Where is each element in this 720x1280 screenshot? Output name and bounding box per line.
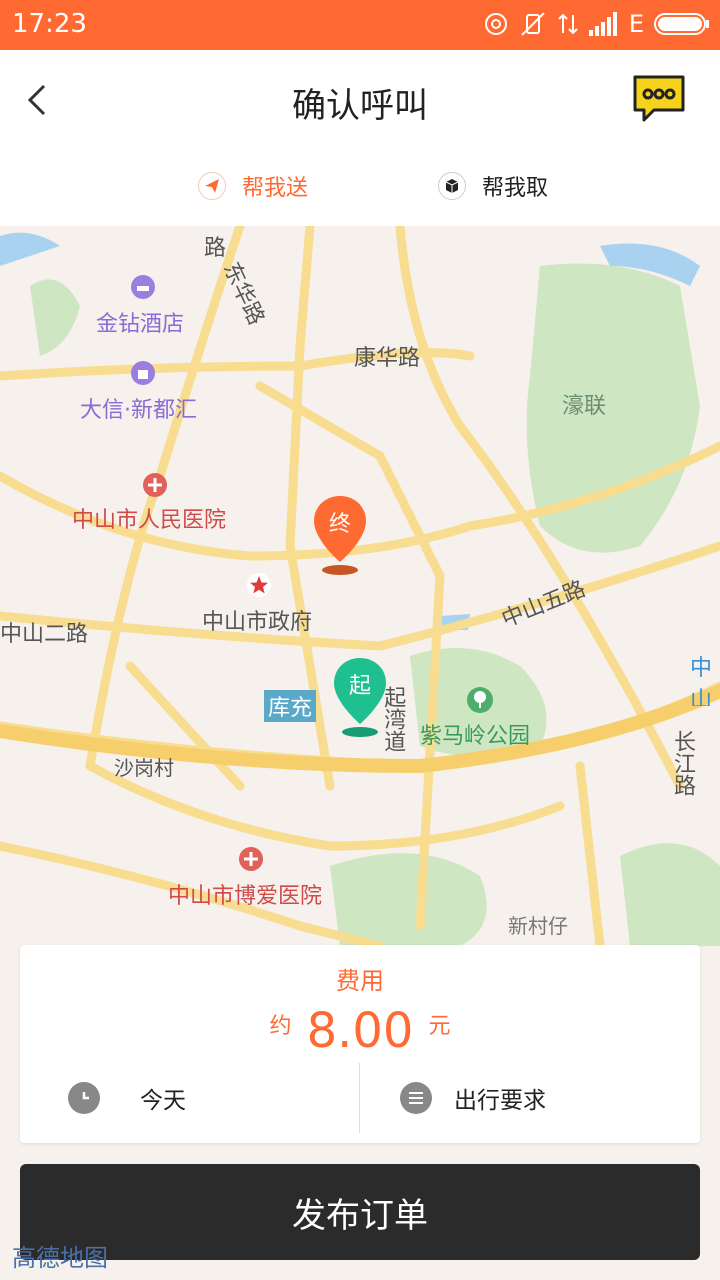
cost-title: 费用 xyxy=(336,967,384,995)
app-header: 确认呼叫 xyxy=(0,50,720,150)
map-label-gov: 中山市政府 xyxy=(202,610,313,635)
map-label-kanghua: 康华路 xyxy=(354,346,421,371)
status-icons: E xyxy=(483,10,710,38)
cost-card: 费用 约 8.00 元 今天 出行要求 xyxy=(20,945,700,1143)
price-approx: 约 xyxy=(269,1014,292,1039)
signal-icon xyxy=(588,12,617,36)
map-label-xincunzai: 新村仔 xyxy=(508,914,568,938)
message-bubble-icon[interactable] xyxy=(632,74,686,124)
tab-send-for-me[interactable]: 帮我送 xyxy=(198,170,308,202)
map-label-hospital2: 中山市博爱医院 xyxy=(168,884,323,909)
tab-pickup-label: 帮我取 xyxy=(482,176,549,201)
hospital-icon xyxy=(239,847,263,871)
paper-plane-icon xyxy=(198,172,226,200)
map-label-kuchong: 库充 xyxy=(264,690,317,722)
delivery-mode-tabs: 帮我送 帮我取 xyxy=(0,150,720,226)
park-icon xyxy=(467,687,493,713)
map-label-daxin: 大信·新都汇 xyxy=(80,398,197,423)
hospital-icon xyxy=(143,473,167,497)
time-selector[interactable]: 今天 xyxy=(68,1081,186,1115)
map-label-zimaling: 紫马岭公园 xyxy=(420,724,531,749)
package-icon xyxy=(438,172,466,200)
page-title: 确认呼叫 xyxy=(292,86,428,126)
requirements-selector[interactable]: 出行要求 xyxy=(400,1081,546,1115)
price-display: 约 8.00 元 xyxy=(20,1003,700,1059)
vibrate-off-icon xyxy=(521,12,545,36)
map-label-lu: 路 xyxy=(204,236,227,261)
hotel-icon xyxy=(131,275,155,299)
hotspot-icon xyxy=(484,13,507,35)
map-label-zhongshan2: 中山二路 xyxy=(0,622,89,647)
requirements-label: 出行要求 xyxy=(454,1088,546,1114)
map-label-tech: 中山技术 xyxy=(690,656,713,706)
battery-icon xyxy=(654,13,709,35)
map-label-haolian: 濠联 xyxy=(562,394,607,419)
map-label-jinzuan: 金钻酒店 xyxy=(96,312,185,337)
map-attribution: 高德地图 xyxy=(12,1244,108,1272)
end-marker-label: 终 xyxy=(328,512,351,537)
status-bar: 17:23 E xyxy=(0,0,720,50)
map-label-hospital1: 中山市人民医院 xyxy=(72,508,227,533)
publish-order-button[interactable]: 发布订单 xyxy=(20,1164,700,1260)
map-label-changjiang: 长江路 xyxy=(670,730,695,796)
network-type: E xyxy=(628,10,644,38)
end-marker[interactable]: 终 xyxy=(312,494,368,576)
price-amount: 8.00 xyxy=(306,1003,414,1059)
government-star-icon xyxy=(247,573,271,597)
clock-icon xyxy=(68,1082,100,1114)
list-icon xyxy=(400,1082,432,1114)
data-transfer-icon xyxy=(558,13,578,35)
time-label: 今天 xyxy=(140,1088,186,1114)
shopping-icon xyxy=(131,361,155,385)
tab-pick-up-for-me[interactable]: 帮我取 xyxy=(438,170,548,202)
map-label-shagang: 沙岗村 xyxy=(114,756,174,780)
status-time: 17:23 xyxy=(12,9,87,39)
card-divider xyxy=(359,1063,360,1133)
tab-send-label: 帮我送 xyxy=(242,176,309,201)
start-marker-label: 起 xyxy=(348,674,371,699)
price-unit: 元 xyxy=(428,1014,451,1039)
start-marker[interactable]: 起 xyxy=(332,656,388,738)
